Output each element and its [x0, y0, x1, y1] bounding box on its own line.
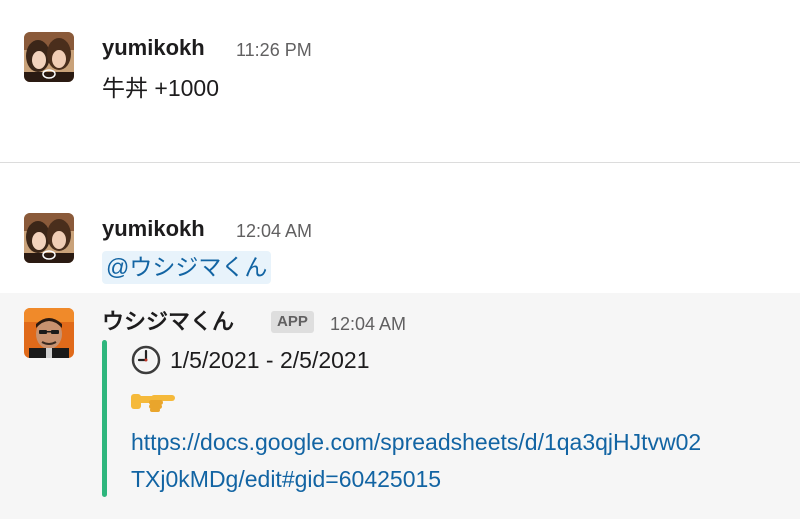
bot-username[interactable]: ウシジマくん — [102, 309, 234, 335]
pointing-right-icon — [131, 394, 175, 412]
user-avatar[interactable] — [24, 213, 74, 263]
bot-photo-avatar-icon — [24, 308, 74, 358]
date-range: 1/5/2021 - 2/5/2021 — [170, 347, 370, 373]
app-badge: APP — [271, 311, 314, 333]
message-text: 牛丼 +1000 — [102, 75, 219, 101]
timestamp[interactable]: 11:26 PM — [236, 39, 312, 61]
clock-icon — [131, 345, 161, 375]
message-divider — [0, 162, 800, 163]
photo-avatar-icon — [24, 32, 74, 82]
spreadsheet-link-line-2[interactable]: TXj0kMDg/edit#gid=60425015 — [131, 465, 441, 493]
photo-avatar-icon — [24, 213, 74, 263]
timestamp[interactable]: 12:04 AM — [330, 313, 406, 335]
spreadsheet-link-line-1[interactable]: https://docs.google.com/spreadsheets/d/1… — [131, 428, 701, 456]
user-avatar[interactable] — [24, 32, 74, 82]
attachment-accent-bar — [102, 340, 107, 497]
bot-avatar[interactable] — [24, 308, 74, 358]
user-mention[interactable]: @ウシジマくん — [102, 251, 272, 284]
timestamp[interactable]: 12:04 AM — [236, 220, 312, 242]
username[interactable]: yumikokh — [102, 216, 205, 242]
username[interactable]: yumikokh — [102, 35, 205, 61]
